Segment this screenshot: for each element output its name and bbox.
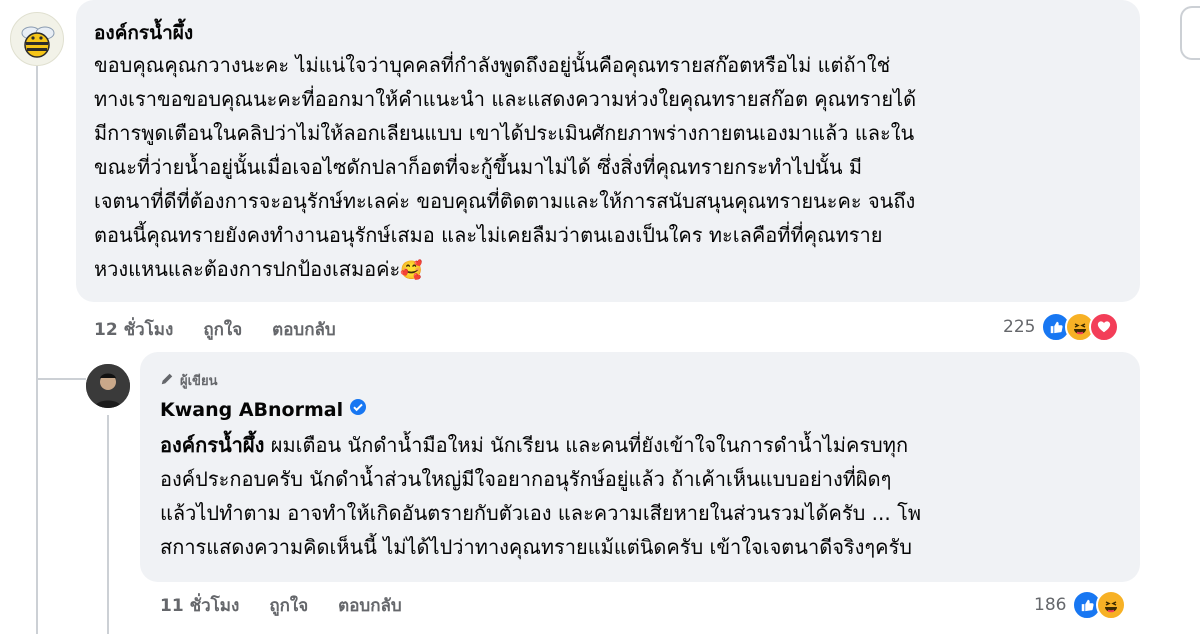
reply-first-line: องค์กรน้ำผึ้ง ผมเตือน นักดำน้ำมือใหม่ นั… xyxy=(160,428,921,462)
like-button[interactable]: ถูกใจ xyxy=(203,316,242,343)
reply-text: องค์กรน้ำผึ้ง ผมเตือน นักดำน้ำมือใหม่ นั… xyxy=(160,428,921,564)
reply-button[interactable]: ตอบกลับ xyxy=(272,316,336,343)
comment-line: หวงแหนและต้องการปกป้องเสมอค่ะ xyxy=(94,257,401,281)
reply-line: ผมเตือน นักดำน้ำมือใหม่ นักเรียน และคนที… xyxy=(264,433,909,457)
comment-line: เจตนาที่ดีที่ต้องการจะอนุรักษ์ทะเลค่ะ ขอ… xyxy=(94,189,916,213)
comment-line: มีการพูดเตือนในคลิปว่าไม่ให้ลอกเลียนแบบ … xyxy=(94,121,915,145)
love-icon xyxy=(1089,312,1120,342)
pencil-icon xyxy=(160,372,174,390)
comment-author[interactable]: องค์กรน้ำผึ้ง xyxy=(94,18,193,48)
adjacent-avatar-edge xyxy=(1180,6,1200,60)
comment-line: ขอบคุณคุณกวางนะคะ ไม่แน่ใจว่าบุคคลที่กำล… xyxy=(94,53,891,77)
thread-line-vertical-lower xyxy=(36,380,38,634)
comment-line-last: หวงแหนและต้องการปกป้องเสมอค่ะ🥰 xyxy=(94,252,916,288)
thread-line-vertical xyxy=(36,62,38,380)
reaction-summary[interactable]: 186 xyxy=(1034,590,1127,620)
reply-line: สการแสดงความคิดเห็นนี้ ไม่ได้ไปว่าทางคุณ… xyxy=(160,535,912,559)
reaction-count: 186 xyxy=(1034,595,1067,615)
thread-line-branch xyxy=(36,378,86,380)
reply-author-row: Kwang ABnormal xyxy=(160,398,367,421)
haha-icon xyxy=(1096,590,1127,620)
reply-thread-line xyxy=(107,415,109,634)
mention-link[interactable]: องค์กรน้ำผึ้ง xyxy=(160,433,264,457)
like-button[interactable]: ถูกใจ xyxy=(269,592,308,619)
comment-text: ขอบคุณคุณกวางนะคะ ไม่แน่ใจว่าบุคคลที่กำล… xyxy=(94,48,916,288)
reply-timestamp[interactable]: 11 ชั่วโมง xyxy=(160,592,239,619)
smiling-hearts-emoji: 🥰 xyxy=(400,259,423,281)
author-role-tag: ผู้เขียน xyxy=(160,370,217,391)
comment-line: ตอนนี้คุณทรายยังคงทำงานอนุรักษ์เสมอ และไ… xyxy=(94,223,883,247)
reply-line: แล้วไปทำตาม อาจทำให้เกิดอันตรายกับตัวเอง… xyxy=(160,501,922,525)
reaction-summary[interactable]: 225 xyxy=(1003,312,1120,342)
comment-line: ทางเราขอขอบคุณนะคะที่ออกมาให้คำแนะนำ และ… xyxy=(94,87,917,111)
bee-avatar-icon[interactable] xyxy=(10,12,64,66)
comment-timestamp[interactable]: 12 ชั่วโมง xyxy=(94,316,173,343)
author-role-label: ผู้เขียน xyxy=(180,374,218,389)
comment-line: ขณะที่ว่ายน้ำอยู่นั้นเมื่อเจอไซดักปลาก็อ… xyxy=(94,155,863,179)
reply-author[interactable]: Kwang ABnormal xyxy=(160,399,343,421)
user-avatar-icon[interactable] xyxy=(86,364,130,408)
reaction-count: 225 xyxy=(1003,317,1036,337)
reply-button[interactable]: ตอบกลับ xyxy=(338,592,402,619)
verified-badge-icon xyxy=(349,398,367,421)
reply-line: องค์ประกอบครับ นักดำน้ำส่วนใหญ่มีใจอยากอ… xyxy=(160,467,892,491)
reply-actions: 11 ชั่วโมง ถูกใจ ตอบกลับ xyxy=(160,592,402,619)
comment-actions: 12 ชั่วโมง ถูกใจ ตอบกลับ xyxy=(94,316,336,343)
